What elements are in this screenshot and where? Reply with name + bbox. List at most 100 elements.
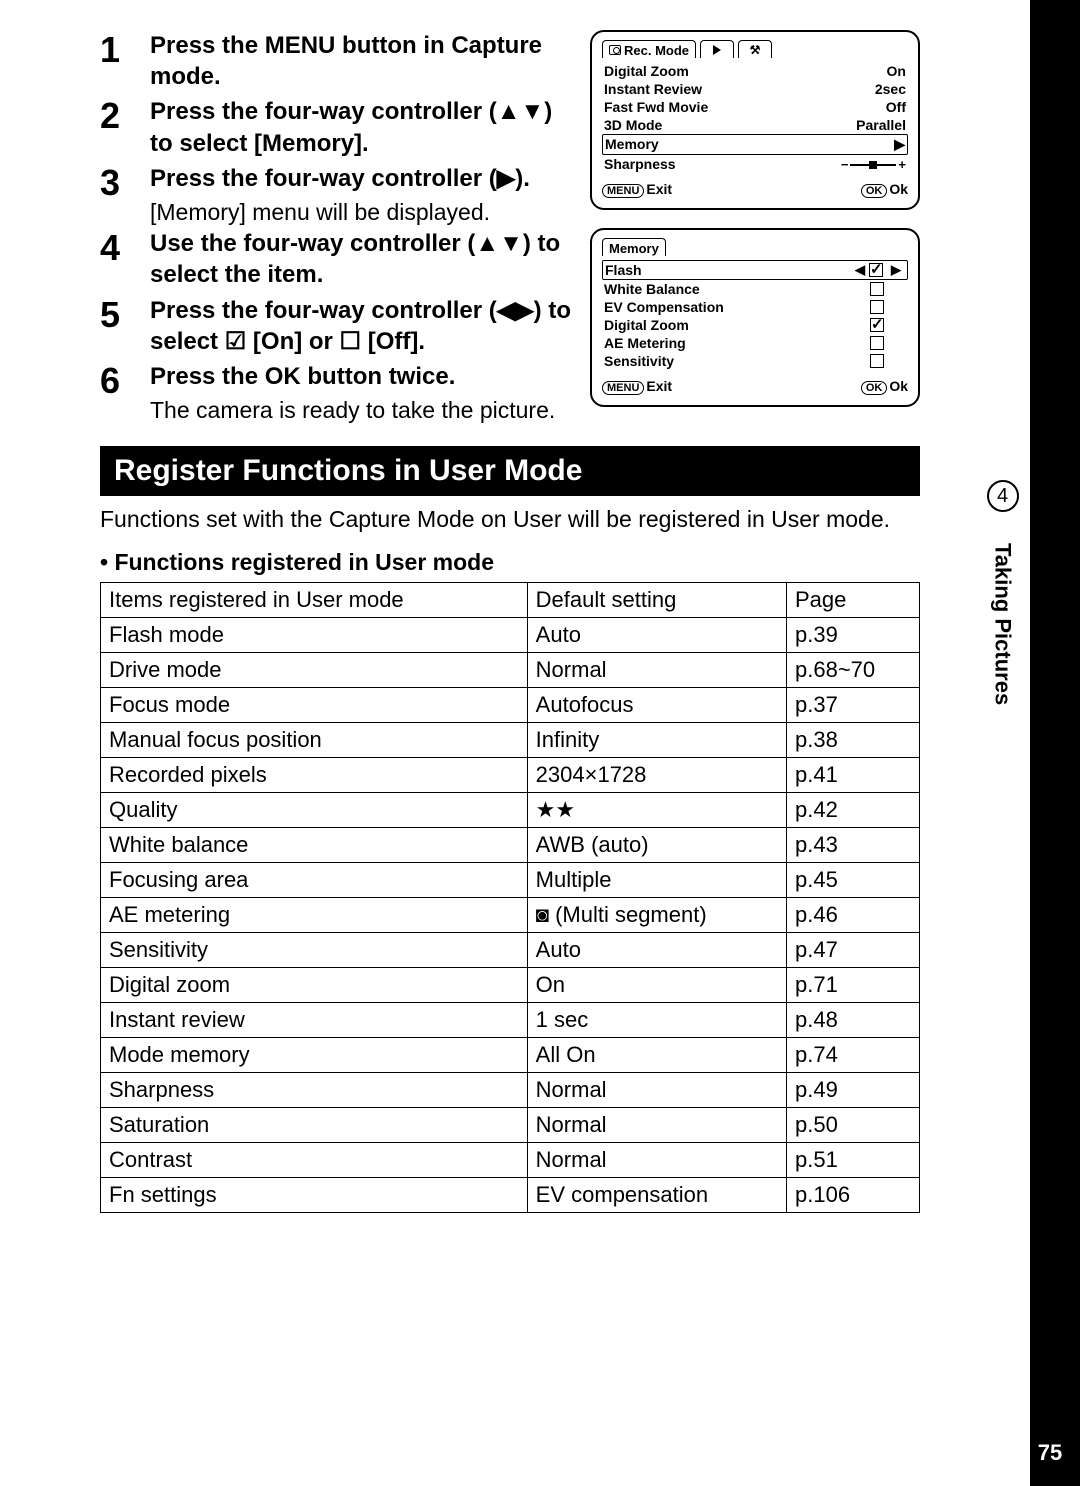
lcd-row: Sharpness−+ [602, 155, 908, 173]
table-cell: Normal [527, 1108, 786, 1143]
checkbox-icon [870, 354, 884, 368]
table-cell: p.106 [787, 1178, 920, 1213]
table-cell: Auto [527, 618, 786, 653]
table-cell: Digital zoom [101, 968, 528, 1003]
step-number: 3 [100, 163, 150, 203]
table-cell: White balance [101, 828, 528, 863]
side-tab-number: 4 [987, 480, 1019, 512]
section-heading: Register Functions in User Mode [100, 446, 920, 496]
step-number: 5 [100, 295, 150, 335]
table-row: Flash modeAutop.39 [101, 618, 920, 653]
table-row: Focusing areaMultiplep.45 [101, 863, 920, 898]
table-cell: p.49 [787, 1073, 920, 1108]
step-text: Use the four-way controller (▲▼) to sele… [150, 228, 576, 290]
lcd-row-label: Digital Zoom [604, 317, 854, 333]
section-description: Functions set with the Capture Mode on U… [100, 504, 920, 535]
lcd-row-label: Digital Zoom [604, 63, 689, 79]
table-cell: p.39 [787, 618, 920, 653]
table-cell: Manual focus position [101, 723, 528, 758]
section-subhead: • Functions registered in User mode [100, 549, 920, 576]
lcd-tab-setup [738, 40, 772, 58]
lcd-screen-rec-mode: Rec. Mode Digital ZoomOnInstant Review2s… [590, 30, 920, 210]
lcd-row: Fast Fwd MovieOff [602, 98, 908, 116]
table-cell: Instant review [101, 1003, 528, 1038]
checkbox-icon [870, 282, 884, 296]
lcd-row-label: Flash [605, 262, 853, 278]
step-text: Press the four-way controller (▶). [150, 163, 576, 194]
side-tab-label: Taking Pictures [990, 524, 1016, 724]
camera-icon [609, 45, 621, 55]
lcd-row: 3D Mode Parallel [602, 116, 908, 134]
table-cell: Recorded pixels [101, 758, 528, 793]
table-row: Focus modeAutofocusp.37 [101, 688, 920, 723]
table-row: Quality★★p.42 [101, 793, 920, 828]
lcd-exit-label: Exit [646, 181, 672, 197]
table-cell: Sensitivity [101, 933, 528, 968]
lcd-row-value: Parallel [856, 117, 906, 133]
lcd-row: Flash◀▶ [602, 260, 908, 280]
lcd-row: EV Compensation [602, 298, 908, 316]
table-row: SaturationNormalp.50 [101, 1108, 920, 1143]
table-header: Items registered in User mode [101, 583, 528, 618]
table-cell: p.50 [787, 1108, 920, 1143]
table-cell: Infinity [527, 723, 786, 758]
table-row: Recorded pixels2304×1728p.41 [101, 758, 920, 793]
page-number: 75 [1030, 1440, 1070, 1466]
table-cell: p.45 [787, 863, 920, 898]
lcd-tab-memory: Memory [602, 238, 666, 256]
table-cell: p.68~70 [787, 653, 920, 688]
table-cell: All On [527, 1038, 786, 1073]
table-cell: Focusing area [101, 863, 528, 898]
lcd-exit-label: Exit [646, 378, 672, 394]
lcd-row-value: 2sec [875, 81, 906, 97]
step-number: 4 [100, 228, 150, 268]
table-row: Manual focus positionInfinityp.38 [101, 723, 920, 758]
table-cell: Sharpness [101, 1073, 528, 1108]
table-cell: EV compensation [527, 1178, 786, 1213]
table-header: Default setting [527, 583, 786, 618]
checkbox-icon [870, 318, 884, 332]
edge-bar [1030, 0, 1080, 1486]
table-row: Mode memoryAll Onp.74 [101, 1038, 920, 1073]
table-cell: Quality [101, 793, 528, 828]
table-row: Fn settingsEV compensationp.106 [101, 1178, 920, 1213]
right-arrow-icon: ▶ [889, 262, 903, 278]
table-cell: p.48 [787, 1003, 920, 1038]
lcd-row-label: Fast Fwd Movie [604, 99, 708, 115]
lcd-row: Digital Zoom [602, 316, 908, 334]
step-text: Press the four-way controller (▲▼) to se… [150, 96, 576, 158]
table-cell: Multiple [527, 863, 786, 898]
lcd-row: AE Metering [602, 334, 908, 352]
step-number: 1 [100, 30, 150, 70]
table-cell: Drive mode [101, 653, 528, 688]
lcd-row-label: Sharpness [604, 156, 676, 172]
table-cell: p.42 [787, 793, 920, 828]
lcd-tab-play [700, 40, 734, 58]
table-row: SensitivityAutop.47 [101, 933, 920, 968]
table-cell: Flash mode [101, 618, 528, 653]
step-text: Press the four-way controller (◀▶) to se… [150, 295, 576, 357]
table-row: SharpnessNormalp.49 [101, 1073, 920, 1108]
lcd-row-label: Sensitivity [604, 353, 854, 369]
play-icon [713, 45, 721, 55]
step-subtext: [Memory] menu will be displayed. [150, 196, 576, 228]
lcd-row-value: On [887, 63, 906, 79]
lcd-ok-label: Ok [889, 378, 908, 394]
table-cell: Normal [527, 1143, 786, 1178]
ok-pill: OK [861, 381, 888, 395]
table-header: Page [787, 583, 920, 618]
table-cell: 1 sec [527, 1003, 786, 1038]
step-number: 2 [100, 96, 150, 136]
table-cell: ◙ (Multi segment) [527, 898, 786, 933]
step-text: Press the OK button twice. [150, 361, 576, 392]
table-cell: p.71 [787, 968, 920, 1003]
table-cell: AWB (auto) [527, 828, 786, 863]
table-row: White balanceAWB (auto)p.43 [101, 828, 920, 863]
lcd-row-label: 3D Mode [604, 117, 662, 133]
lcd-row-value: ▶ [894, 136, 905, 153]
lcd-row-label: White Balance [604, 281, 854, 297]
lcd-row: White Balance [602, 280, 908, 298]
step-subtext: The camera is ready to take the picture. [150, 394, 576, 426]
table-cell: 2304×1728 [527, 758, 786, 793]
checkbox-icon [869, 263, 883, 277]
